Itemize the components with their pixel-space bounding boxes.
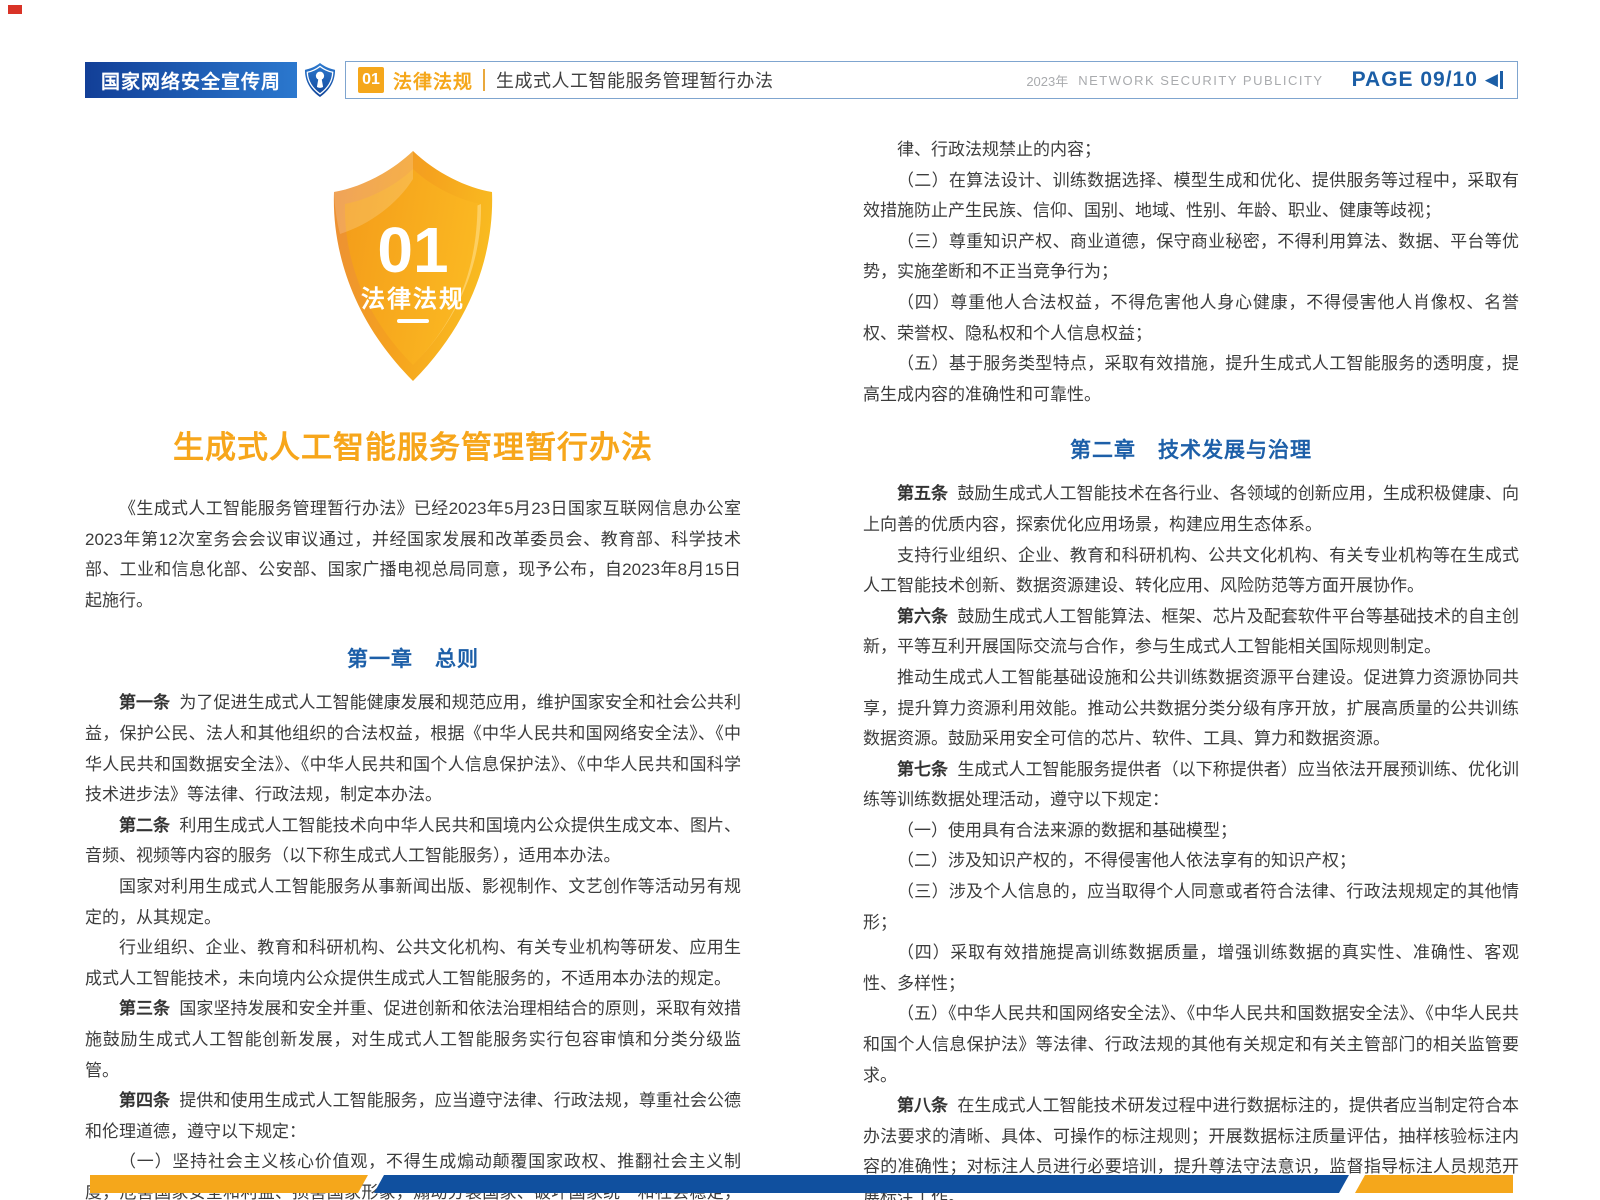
chapter-1-continuation: 律、行政法规禁止的内容； （二）在算法设计、训练数据选择、模型生成和优化、提供服… xyxy=(863,135,1519,410)
header-title-box: 01 法律法规 生成式人工智能服务管理暂行办法 2023年 NETWORK SE… xyxy=(345,61,1518,99)
paragraph-text: 为了促进生成式人工智能健康发展和规范应用，维护国家安全和社会公共利益，保护公民、… xyxy=(85,693,741,804)
body-paragraph: 第三条国家坚持发展和安全并重、促进创新和依法治理相结合的原则，采取有效措施鼓励生… xyxy=(85,994,741,1086)
article-number: 第三条 xyxy=(119,999,170,1018)
shield-label: 法律法规 xyxy=(361,286,465,313)
intro-paragraph: 《生成式人工智能服务管理暂行办法》已经2023年5月23日国家互联网信息办公室2… xyxy=(85,494,741,616)
body-paragraph: 第五条鼓励生成式人工智能技术在各行业、各领域的创新应用，生成积极健康、向上向善的… xyxy=(863,479,1519,540)
paragraph-text: 国家对利用生成式人工智能服务从事新闻出版、影视制作、文艺创作等活动另有规定的，从… xyxy=(85,877,741,927)
paragraph-text: （二）在算法设计、训练数据选择、模型生成和优化、提供服务等过程中，采取有效措施防… xyxy=(863,171,1519,221)
page-indicator: PAGE 09/10 xyxy=(1352,68,1478,92)
paragraph-text: 利用生成式人工智能技术向中华人民共和国境内公众提供生成文本、图片、音频、视频等内… xyxy=(85,816,741,866)
left-column: 01 法律法规 生成式人工智能服务管理暂行办法 《生成式人工智能服务管理暂行办法… xyxy=(85,131,741,1200)
body-paragraph: （一）使用具有合法来源的数据和基础模型； xyxy=(863,816,1519,847)
header-publicity-en: NETWORK SECURITY PUBLICITY xyxy=(1078,73,1323,88)
prev-page-icon: ◀ xyxy=(1485,70,1503,90)
shield-lock-icon xyxy=(304,62,336,98)
document-title: 生成式人工智能服务管理暂行办法 xyxy=(85,422,741,467)
brand-badge-label: 国家网络安全宣传周 xyxy=(101,67,281,94)
body-paragraph: 行业组织、企业、教育和科研机构、公共文化机构、有关专业机构等研发、应用生成式人工… xyxy=(85,933,741,994)
chapter-2-paragraphs: 第五条鼓励生成式人工智能技术在各行业、各领域的创新应用，生成积极健康、向上向善的… xyxy=(863,479,1519,1200)
paragraph-text: （五）基于服务类型特点，采取有效措施，提升生成式人工智能服务的透明度，提高生成内… xyxy=(863,354,1519,404)
paragraph-text: （四）采取有效措施提高训练数据质量，增强训练数据的真实性、准确性、客观性、多样性… xyxy=(863,943,1519,993)
paragraph-text: （一）使用具有合法来源的数据和基础模型； xyxy=(897,821,1237,840)
body-paragraph: （五）《中华人民共和国网络安全法》、《中华人民共和国数据安全法》、《中华人民共和… xyxy=(863,999,1519,1091)
footer-orange-bar-left xyxy=(90,1175,368,1193)
body-paragraph: 国家对利用生成式人工智能服务从事新闻出版、影视制作、文艺创作等活动另有规定的，从… xyxy=(85,872,741,933)
body-paragraph: 第六条鼓励生成式人工智能算法、框架、芯片及配套软件平台等基础技术的自主创新，平等… xyxy=(863,602,1519,663)
paragraph-text: 鼓励生成式人工智能算法、框架、芯片及配套软件平台等基础技术的自主创新，平等互利开… xyxy=(863,607,1519,657)
corner-mark xyxy=(8,5,22,14)
paragraph-text: 推动生成式人工智能基础设施和公共训练数据资源平台建设。促进算力资源协同共享，提升… xyxy=(863,668,1519,748)
article-number: 第五条 xyxy=(897,484,948,503)
shield-number: 01 xyxy=(377,214,448,286)
article-number: 第四条 xyxy=(119,1091,170,1110)
body-paragraph: （三）涉及个人信息的，应当取得个人同意或者符合法律、行政法规规定的其他情形； xyxy=(863,877,1519,938)
paragraph-text: 提供和使用生成式人工智能服务，应当遵守法律、行政法规，尊重社会公德和伦理道德，遵… xyxy=(85,1091,741,1141)
body-paragraph: 第七条生成式人工智能服务提供者（以下称提供者）应当依法开展预训练、优化训练等训练… xyxy=(863,755,1519,816)
body-paragraph: （二）在算法设计、训练数据选择、模型生成和优化、提供服务等过程中，采取有效措施防… xyxy=(863,166,1519,227)
article-number: 第七条 xyxy=(897,760,948,779)
footer-bars xyxy=(90,1175,1513,1193)
paragraph-text: 生成式人工智能服务提供者（以下称提供者）应当依法开展预训练、优化训练等训练数据处… xyxy=(863,760,1519,810)
section-label: 法律法规 xyxy=(393,67,473,94)
paragraph-text: 行业组织、企业、教育和科研机构、公共文化机构、有关专业机构等研发、应用生成式人工… xyxy=(85,938,741,988)
article-number: 第六条 xyxy=(897,607,948,626)
body-paragraph: 推动生成式人工智能基础设施和公共训练数据资源平台建设。促进算力资源协同共享，提升… xyxy=(863,663,1519,755)
chapter-1-paragraphs: 第一条为了促进生成式人工智能健康发展和规范应用，维护国家安全和社会公共利益，保护… xyxy=(85,688,741,1200)
paragraph-text: （五）《中华人民共和国网络安全法》、《中华人民共和国数据安全法》、《中华人民共和… xyxy=(863,1004,1519,1084)
body-paragraph: 第二条利用生成式人工智能技术向中华人民共和国境内公众提供生成文本、图片、音频、视… xyxy=(85,811,741,872)
paragraph-text: 国家坚持发展和安全并重、促进创新和依法治理相结合的原则，采取有效措施鼓励生成式人… xyxy=(85,999,741,1079)
brochure-page: 国家网络安全宣传周 01 法律法规 生成式人工智能服务管理暂行办法 2023年 xyxy=(0,0,1600,1200)
paragraph-text: （三）涉及个人信息的，应当取得个人同意或者符合法律、行政法规规定的其他情形； xyxy=(863,882,1519,932)
paragraph-text: （四）尊重他人合法权益，不得危害他人身心健康，不得侵害他人肖像权、名誉权、荣誉权… xyxy=(863,293,1519,343)
body-paragraph: 第四条提供和使用生成式人工智能服务，应当遵守法律、行政法规，尊重社会公德和伦理道… xyxy=(85,1086,741,1147)
paragraph-text: 支持行业组织、企业、教育和科研机构、公共文化机构、有关专业机构等在生成式人工智能… xyxy=(863,546,1519,596)
page-header: 国家网络安全宣传周 01 法律法规 生成式人工智能服务管理暂行办法 2023年 xyxy=(85,60,1518,100)
body-paragraph: （二）涉及知识产权的，不得侵害他人依法享有的知识产权； xyxy=(863,846,1519,877)
paragraph-text: 律、行政法规禁止的内容； xyxy=(897,140,1101,159)
body-paragraph: 支持行业组织、企业、教育和科研机构、公共文化机构、有关专业机构等在生成式人工智能… xyxy=(863,541,1519,602)
chapter-shield-badge: 01 法律法规 xyxy=(310,147,516,392)
header-year: 2023年 xyxy=(1026,71,1068,90)
article-number: 第八条 xyxy=(897,1096,948,1115)
right-column: 律、行政法规禁止的内容； （二）在算法设计、训练数据选择、模型生成和优化、提供服… xyxy=(863,131,1519,1200)
article-number: 第一条 xyxy=(119,693,170,712)
chapter-1-heading: 第一章 总则 xyxy=(85,643,741,673)
body-paragraph: 律、行政法规禁止的内容； xyxy=(863,135,1519,166)
body-paragraph: （四）尊重他人合法权益，不得危害他人身心健康，不得侵害他人肖像权、名誉权、荣誉权… xyxy=(863,288,1519,349)
body-paragraph: （三）尊重知识产权、商业道德，保守商业秘密，不得利用算法、数据、平台等优势，实施… xyxy=(863,227,1519,288)
paragraph-text: （二）涉及知识产权的，不得侵害他人依法享有的知识产权； xyxy=(897,851,1356,870)
body-paragraph: （四）采取有效措施提高训练数据质量，增强训练数据的真实性、准确性、客观性、多样性… xyxy=(863,938,1519,999)
content-columns: 01 法律法规 生成式人工智能服务管理暂行办法 《生成式人工智能服务管理暂行办法… xyxy=(85,131,1519,1200)
section-number-badge: 01 xyxy=(358,67,384,93)
shield-underline xyxy=(397,319,429,323)
paragraph-text: （三）尊重知识产权、商业道德，保守商业秘密，不得利用算法、数据、平台等优势，实施… xyxy=(863,232,1519,282)
footer-orange-bar-right xyxy=(1355,1175,1513,1193)
footer-blue-bar xyxy=(374,1175,1349,1193)
body-paragraph: （五）基于服务类型特点，采取有效措施，提升生成式人工智能服务的透明度，提高生成内… xyxy=(863,349,1519,410)
article-number: 第二条 xyxy=(119,816,170,835)
header-doc-title: 生成式人工智能服务管理暂行办法 xyxy=(496,67,774,93)
header-divider xyxy=(483,69,485,91)
brand-badge: 国家网络安全宣传周 xyxy=(85,62,297,98)
body-paragraph: 第一条为了促进生成式人工智能健康发展和规范应用，维护国家安全和社会公共利益，保护… xyxy=(85,688,741,810)
chapter-2-heading: 第二章 技术发展与治理 xyxy=(863,434,1519,464)
paragraph-text: 鼓励生成式人工智能技术在各行业、各领域的创新应用，生成积极健康、向上向善的优质内… xyxy=(863,484,1519,534)
